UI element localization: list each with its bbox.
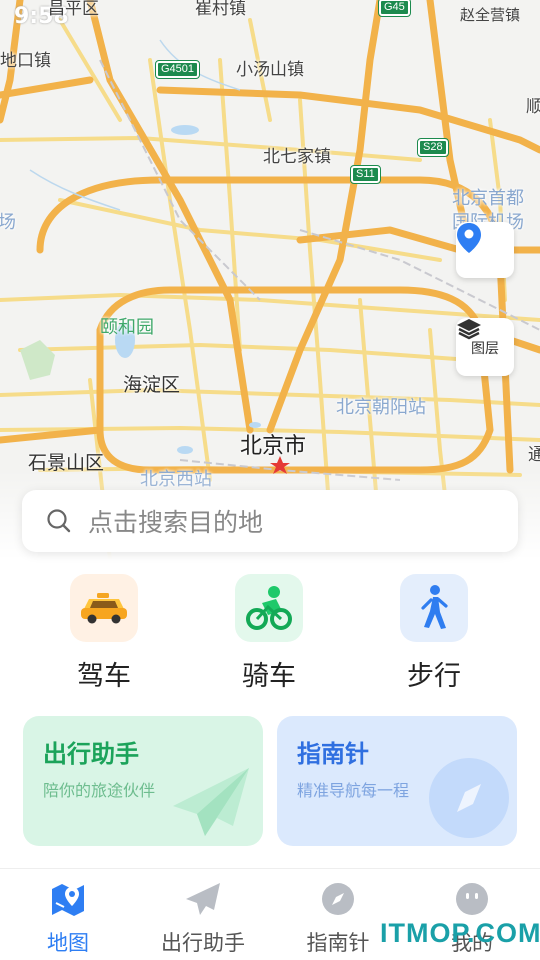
tab-assistant[interactable]: 出行助手 — [153, 879, 253, 957]
mode-bike-label: 骑车 — [242, 661, 296, 692]
tab-map-label: 地图 — [47, 931, 89, 955]
layers-label: 图层 — [471, 340, 499, 357]
map-label-shahekou: 地口镇 — [0, 51, 51, 71]
map-view[interactable]: 9:58 赵全营镇 昌平区 崔村镇 地口镇 小汤山镇 北七家镇 北京首都 国际机… — [0, 0, 540, 560]
map-label-left-edge: 场 — [0, 212, 16, 233]
compass-icon — [322, 883, 354, 915]
paper-plane-icon — [173, 768, 249, 836]
assistant-card[interactable]: 出行助手 陪你的旅途伙伴 — [23, 716, 263, 846]
search-icon — [47, 509, 71, 533]
map-label-beiqijia: 北七家镇 — [263, 147, 331, 167]
taxi-icon — [70, 574, 138, 642]
highway-shield-g4501: G4501 — [154, 60, 201, 79]
mode-bike-button[interactable]: 骑车 — [209, 574, 329, 693]
tab-compass[interactable]: 指南针 — [288, 879, 388, 957]
tab-compass-label: 指南针 — [306, 931, 370, 955]
map-label-right-edge2: 通 — [528, 445, 540, 465]
cyclist-icon — [235, 574, 303, 642]
paper-plane-icon — [186, 883, 220, 915]
assistant-card-title: 出行助手 — [43, 740, 139, 768]
map-pin-icon — [52, 884, 84, 916]
watermark-text: ITMOP.COM — [380, 918, 540, 948]
search-bar[interactable]: 点击搜索目的地 — [22, 490, 518, 552]
mode-drive-label: 驾车 — [77, 661, 131, 692]
map-label-xiaotangshan: 小汤山镇 — [236, 60, 304, 80]
map-label-shoudu: 北京首都 — [452, 188, 524, 209]
highway-shield-g45: G45 — [378, 0, 411, 17]
mode-drive-button[interactable]: 驾车 — [44, 574, 164, 693]
compass-icon — [429, 758, 509, 838]
walker-icon — [400, 574, 468, 642]
layers-icon — [457, 319, 481, 340]
profile-face-icon — [456, 883, 488, 915]
location-pin-icon — [457, 223, 481, 253]
map-label-beijing: 北京市 — [240, 434, 307, 459]
highway-shield-s28: S28 — [417, 138, 449, 157]
tab-assistant-label: 出行助手 — [161, 931, 245, 955]
mode-walk-label: 步行 — [407, 661, 461, 692]
mode-walk-button[interactable]: 步行 — [374, 574, 494, 693]
compass-card[interactable]: 指南针 精准导航每一程 — [277, 716, 517, 846]
map-label-haidian: 海淀区 — [123, 374, 181, 396]
locate-button[interactable] — [456, 222, 514, 278]
layers-button[interactable]: 图层 — [456, 318, 514, 376]
status-location-text: 赵全营镇 — [459, 6, 520, 24]
map-label-right-edge: 顺 — [526, 97, 540, 117]
map-label-yiheyuan: 颐和园 — [100, 317, 154, 338]
tab-map[interactable]: 地图 — [18, 879, 118, 957]
map-label-changping: 昌平区 — [48, 0, 99, 19]
map-label-cuicun: 崔村镇 — [195, 0, 246, 19]
search-placeholder: 点击搜索目的地 — [88, 508, 264, 537]
travel-modes: 驾车 骑车 步行 — [0, 574, 540, 694]
highway-shield-s11: S11 — [350, 165, 381, 184]
map-label-chaoyang-station: 北京朝阳站 — [336, 397, 426, 418]
